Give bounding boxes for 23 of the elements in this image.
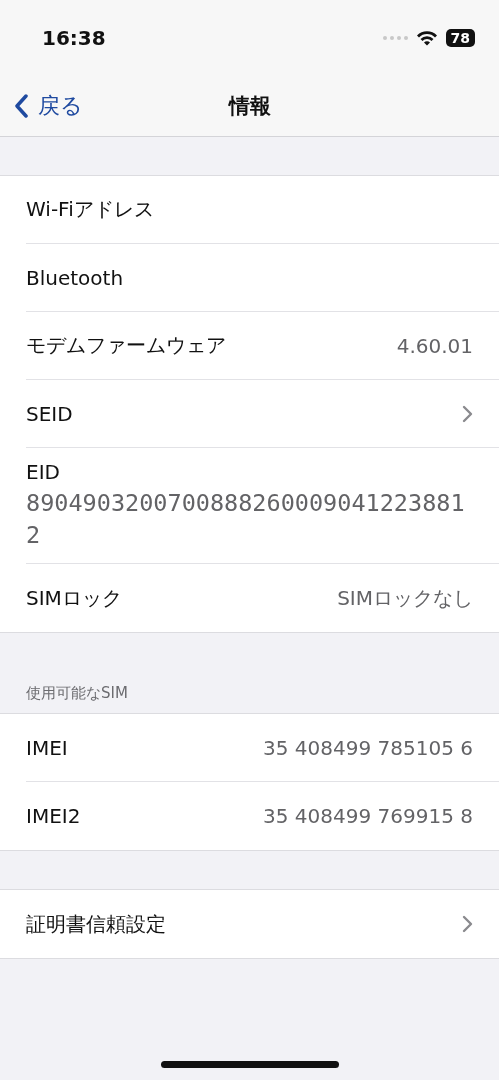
settings-row[interactable]: SEID: [26, 380, 499, 448]
row-value: 4.60.01: [396, 333, 473, 358]
row-label: IMEI2: [26, 804, 81, 829]
row-label: モデムファームウェア: [26, 332, 226, 359]
row-label: Bluetooth: [26, 265, 124, 290]
row-value: 89049032007008882600090412238812: [26, 488, 466, 551]
signal-icon: [381, 34, 408, 41]
chevron-right-icon: [462, 404, 473, 423]
row-value: 35 408499 769915 8: [263, 804, 473, 829]
row-label: SIMロック: [26, 584, 122, 612]
row-label: IMEI: [26, 735, 68, 760]
chevron-left-icon: [14, 93, 28, 118]
chevron-right-icon: [462, 915, 473, 934]
section-header: 使用可能なSIM: [26, 684, 128, 704]
row-value: 35 408499 785105 6: [263, 735, 473, 760]
row-label: Wi-Fiアドレス: [26, 196, 154, 223]
back-button[interactable]: 戻る: [0, 90, 83, 121]
battery-level: 78: [445, 28, 475, 47]
row-label: EID: [26, 460, 60, 484]
status-time: 16:38: [42, 25, 106, 50]
row-value: SIMロックなし: [337, 584, 473, 612]
page-title: 情報: [228, 92, 271, 120]
wifi-icon: [415, 29, 438, 46]
